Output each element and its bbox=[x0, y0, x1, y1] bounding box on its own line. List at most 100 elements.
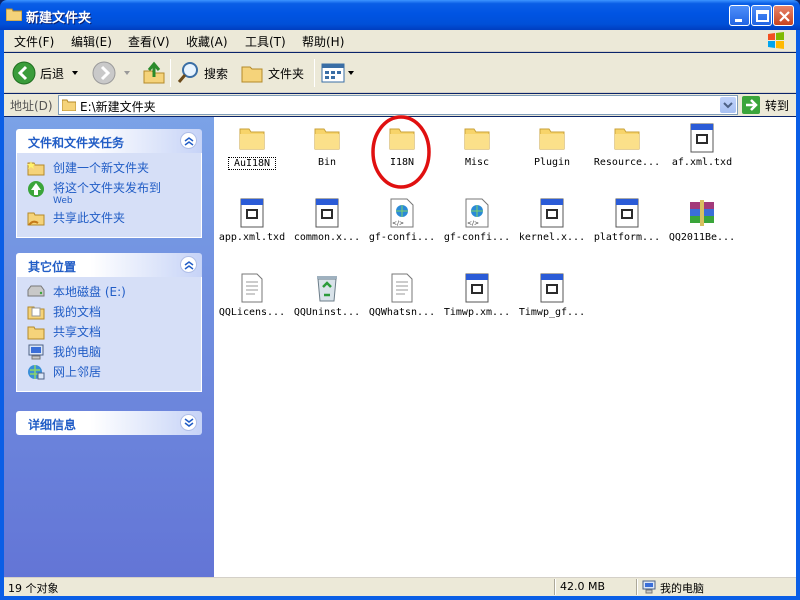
file-item[interactable]: common.x... bbox=[289, 192, 365, 262]
status-separator bbox=[554, 579, 556, 595]
address-dropdown[interactable] bbox=[720, 97, 736, 113]
toolbar-separator bbox=[314, 59, 315, 87]
file-item[interactable]: </> gf-confi... bbox=[439, 192, 515, 262]
file-name: Timwp_gf... bbox=[518, 307, 586, 318]
file-item[interactable]: Plugin bbox=[514, 117, 590, 187]
places-panel-header[interactable]: 其它位置 bbox=[16, 253, 202, 277]
details-panel-header[interactable]: 详细信息 bbox=[16, 411, 202, 435]
menu-edit[interactable]: 编辑(E) bbox=[71, 33, 112, 50]
title-bar[interactable]: 新建文件夹 bbox=[0, 0, 800, 30]
task-publish-web[interactable]: 将这个文件夹发布到 Web bbox=[17, 179, 201, 209]
recycle-icon bbox=[313, 273, 341, 303]
file-name: Timwp.xm... bbox=[443, 307, 511, 318]
expand-button[interactable] bbox=[180, 414, 197, 431]
up-folder-icon bbox=[143, 61, 165, 84]
file-item[interactable]: QQUninst... bbox=[289, 267, 365, 337]
file-item[interactable]: Resource... bbox=[589, 117, 665, 187]
file-item[interactable]: platform... bbox=[589, 192, 665, 262]
menu-favorites[interactable]: 收藏(A) bbox=[186, 33, 228, 50]
collapse-button[interactable] bbox=[180, 132, 197, 149]
file-name: app.xml.txd bbox=[218, 232, 286, 243]
text-icon bbox=[388, 273, 416, 303]
back-label: 后退 bbox=[40, 66, 65, 81]
menu-view[interactable]: 查看(V) bbox=[128, 33, 170, 50]
drive-icon bbox=[27, 285, 45, 297]
shared-documents-icon bbox=[27, 326, 45, 340]
go-arrow-icon bbox=[742, 96, 760, 114]
folders-button[interactable]: 文件夹 bbox=[240, 59, 304, 87]
place-my-computer[interactable]: 我的电脑 bbox=[17, 343, 201, 363]
forward-arrow-icon bbox=[92, 61, 116, 85]
file-item[interactable]: Timwp_gf... bbox=[514, 267, 590, 337]
file-list[interactable]: AuI18N Bin I18N Misc Plugin Resource... af.xml… bbox=[214, 115, 796, 577]
maximize-button[interactable] bbox=[751, 5, 772, 26]
file-item[interactable]: </> gf-confi... bbox=[364, 192, 440, 262]
search-icon bbox=[177, 62, 198, 83]
search-button[interactable]: 搜索 bbox=[176, 59, 228, 87]
views-button[interactable] bbox=[320, 59, 356, 87]
file-item[interactable]: kernel.x... bbox=[514, 192, 590, 262]
details-panel: 详细信息 bbox=[16, 411, 202, 435]
file-item[interactable]: Timwp.xm... bbox=[439, 267, 515, 337]
toolbar: 后退 搜索 文件夹 bbox=[4, 53, 796, 93]
place-network[interactable]: 网上邻居 bbox=[17, 363, 201, 383]
task-new-folder[interactable]: 创建一个新文件夹 bbox=[17, 159, 201, 179]
close-button[interactable] bbox=[773, 5, 794, 26]
details-panel-title: 详细信息 bbox=[28, 418, 77, 432]
file-item[interactable]: app.xml.txd bbox=[214, 192, 290, 262]
status-object-count: 19 个对象 bbox=[8, 582, 59, 595]
status-separator bbox=[636, 579, 638, 595]
share-folder-icon bbox=[27, 212, 45, 226]
folder-icon bbox=[238, 123, 266, 153]
places-panel-body: 本地磁盘 (E:) 我的文档 共享文档 我的电脑 网上邻居 bbox=[16, 277, 202, 392]
place-my-documents[interactable]: 我的文档 bbox=[17, 303, 201, 323]
xml-icon: </> bbox=[463, 198, 491, 228]
doc-icon bbox=[313, 198, 341, 228]
tasks-panel: 文件和文件夹任务 创建一个新文件夹 将这个文件夹发布到 Web 共享此文件夹 bbox=[16, 129, 202, 238]
collapse-button[interactable] bbox=[180, 256, 197, 273]
task-label: 将这个文件夹发布到 bbox=[53, 181, 162, 195]
places-panel: 其它位置 本地磁盘 (E:) 我的文档 共享文档 我的电脑 网上邻居 bbox=[16, 253, 202, 392]
menu-file[interactable]: 文件(F) bbox=[14, 33, 54, 50]
tasks-panel-header[interactable]: 文件和文件夹任务 bbox=[16, 129, 202, 153]
file-item[interactable]: Bin bbox=[289, 117, 365, 187]
search-label: 搜索 bbox=[204, 66, 229, 81]
chevron-down-icon bbox=[124, 71, 130, 75]
menu-help[interactable]: 帮助(H) bbox=[302, 33, 344, 50]
new-folder-icon bbox=[27, 161, 45, 176]
folder-icon bbox=[463, 123, 491, 153]
file-item[interactable]: af.xml.txd bbox=[664, 117, 740, 187]
status-bar: 19 个对象 42.0 MB 我的电脑 bbox=[4, 577, 796, 596]
file-item[interactable]: Misc bbox=[439, 117, 515, 187]
file-item[interactable]: AuI18N bbox=[214, 117, 290, 187]
up-folder-button[interactable] bbox=[142, 59, 166, 87]
forward-button[interactable] bbox=[92, 59, 132, 87]
my-computer-icon bbox=[642, 580, 656, 594]
my-documents-icon bbox=[27, 306, 45, 320]
file-name: QQLicens... bbox=[218, 307, 286, 318]
place-local-disk[interactable]: 本地磁盘 (E:) bbox=[17, 283, 201, 303]
task-share-folder[interactable]: 共享此文件夹 bbox=[17, 209, 201, 229]
folder-icon bbox=[538, 123, 566, 153]
file-item[interactable]: QQ2011Be... bbox=[664, 192, 740, 262]
tasks-panel-body: 创建一个新文件夹 将这个文件夹发布到 Web 共享此文件夹 bbox=[16, 153, 202, 238]
go-button[interactable]: 转到 bbox=[742, 94, 789, 116]
file-name: QQ2011Be... bbox=[668, 232, 736, 243]
address-path: E:\新建文件夹 bbox=[80, 100, 156, 114]
minimize-icon bbox=[735, 19, 742, 22]
xml-icon: </> bbox=[388, 198, 416, 228]
file-item[interactable]: QQWhatsn... bbox=[364, 267, 440, 337]
file-item[interactable]: QQLicens... bbox=[214, 267, 290, 337]
status-location: 我的电脑 bbox=[660, 582, 704, 595]
file-name: Bin bbox=[317, 157, 337, 168]
chevron-up-icon bbox=[184, 137, 194, 146]
chevron-down-icon[interactable] bbox=[70, 68, 80, 78]
file-name: Plugin bbox=[533, 157, 571, 168]
doc-icon bbox=[238, 198, 266, 228]
toolbar-separator bbox=[170, 59, 171, 87]
window-frame-bottom bbox=[0, 596, 800, 600]
menu-tools[interactable]: 工具(T) bbox=[245, 33, 286, 50]
place-shared-documents[interactable]: 共享文档 bbox=[17, 323, 201, 343]
back-button[interactable]: 后退 bbox=[12, 59, 80, 87]
minimize-button[interactable] bbox=[729, 5, 750, 26]
